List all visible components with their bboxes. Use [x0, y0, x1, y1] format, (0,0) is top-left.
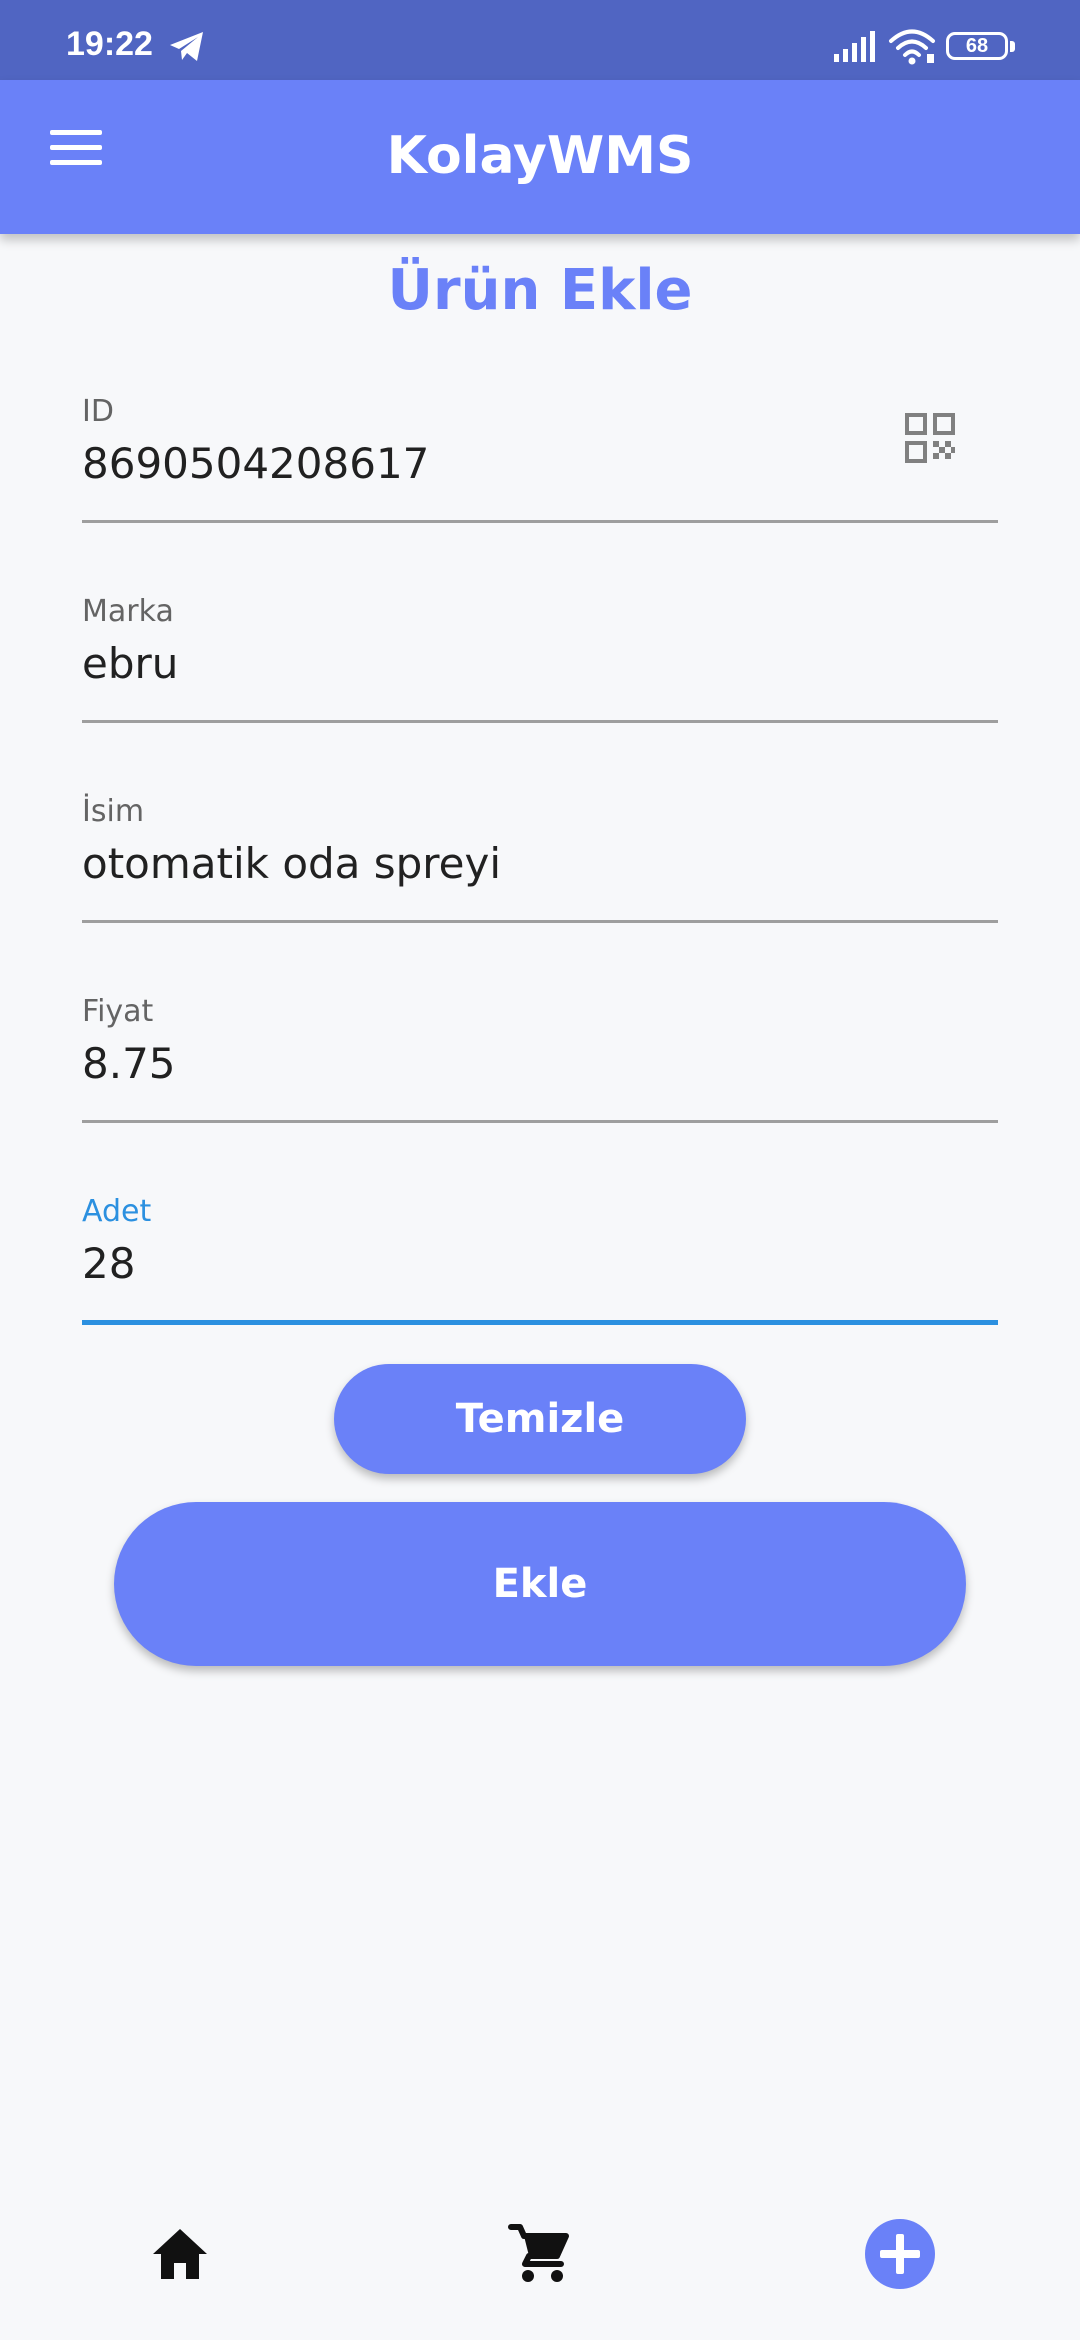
bottom-navigation [0, 2200, 1080, 2340]
quantity-field[interactable]: Adet 28 [82, 1192, 998, 1382]
brand-field-value[interactable]: ebru [82, 636, 922, 692]
brand-field-label: Marka [82, 594, 174, 629]
cart-icon[interactable] [508, 2222, 572, 2284]
name-field-label: İsim [82, 794, 145, 829]
quantity-field-label: Adet [82, 1194, 152, 1229]
app-bar: KolayWMS [0, 80, 1080, 234]
quantity-field-underline [82, 1320, 998, 1325]
name-field-value[interactable]: otomatik oda spreyi [82, 836, 922, 892]
name-field[interactable]: İsim otomatik oda spreyi [82, 792, 998, 982]
price-field[interactable]: Fiyat 8.75 [82, 992, 998, 1182]
id-field-value[interactable]: 8690504208617 [82, 436, 922, 492]
clear-button[interactable]: Temizle [334, 1364, 746, 1474]
signal-icon [834, 31, 875, 62]
battery-level: 68 [946, 32, 1008, 60]
id-field[interactable]: ID 8690504208617 [82, 392, 998, 582]
add-circle-icon[interactable] [864, 2218, 936, 2290]
quantity-field-value[interactable]: 28 [82, 1236, 922, 1292]
status-bar: 19:22 68 [0, 0, 1080, 80]
wifi-icon [889, 29, 935, 65]
battery-icon: 68 [946, 32, 1016, 64]
add-button[interactable]: Ekle [114, 1502, 966, 1666]
price-field-label: Fiyat [82, 994, 154, 1029]
home-icon[interactable] [150, 2226, 210, 2282]
telegram-icon [170, 32, 203, 61]
brand-field[interactable]: Marka ebru [82, 592, 998, 782]
price-field-value[interactable]: 8.75 [82, 1036, 922, 1092]
id-field-underline [82, 520, 998, 523]
name-field-underline [82, 920, 998, 923]
brand-field-underline [82, 720, 998, 723]
price-field-underline [82, 1120, 998, 1123]
id-field-label: ID [82, 394, 114, 429]
page-title: Ürün Ekle [387, 258, 693, 323]
app-title: KolayWMS [386, 126, 694, 186]
battery-tip [1010, 41, 1015, 52]
status-time: 19:22 [66, 25, 153, 63]
qr-code-icon[interactable] [904, 412, 956, 464]
